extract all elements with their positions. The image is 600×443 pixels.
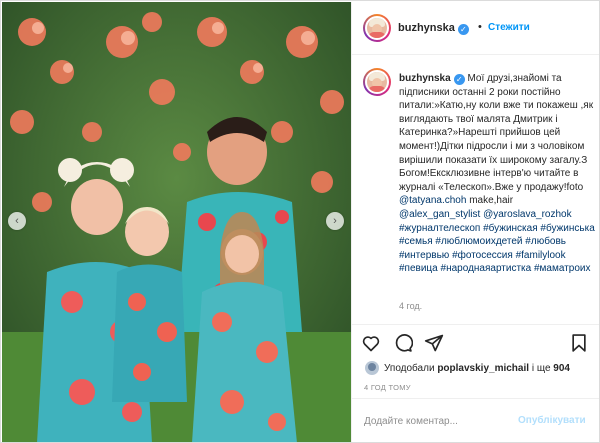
publish-comment-button[interactable]: Опублікувати (518, 415, 586, 426)
likes-suffix: і ще (529, 363, 554, 374)
caption-hashtag-link[interactable]: #журналтелескоп (399, 223, 480, 234)
caption-mention-link[interactable]: @alex_gan_stylist (399, 209, 480, 220)
caption-hashtag-link[interactable]: #фотосессия (452, 250, 513, 261)
verified-badge-icon: ✓ (457, 24, 469, 35)
caption-author-avatar[interactable] (363, 68, 391, 96)
caption-hashtag-link[interactable]: #любовь (525, 236, 566, 247)
author-avatar[interactable] (363, 14, 391, 42)
likes-prefix: Уподобали (384, 363, 438, 374)
previous-photo-button[interactable]: ‹ (8, 212, 26, 230)
likes-text[interactable]: Уподобали poplavskiy_michail і ще 904 (384, 363, 570, 374)
comment-icon[interactable] (393, 333, 413, 353)
share-icon[interactable] (424, 333, 444, 353)
family-photo-illustration (2, 2, 351, 442)
post-photo[interactable]: ‹ › (2, 2, 351, 442)
caption-hashtag-link[interactable]: #бужинская (483, 223, 538, 234)
caption-hashtag-link[interactable]: #люблюмоихдетей (435, 236, 522, 247)
comment-input[interactable] (364, 413, 514, 429)
caption-text: buzhynska ✓ Мої друзі,знайомі та підписни… (399, 72, 595, 276)
author-username-text[interactable]: buzhynska (398, 22, 455, 34)
next-photo-button[interactable]: › (326, 212, 344, 230)
separator-dot: • (478, 21, 482, 33)
follow-button[interactable]: Стежити (488, 22, 530, 33)
caption-timestamp[interactable]: 4 год. (399, 301, 422, 311)
post-timestamp[interactable]: 4 ГОД ТОМУ (364, 383, 411, 392)
post-dialog: ‹ › buzhynska ✓ • Стежити buzhynska ✓ Мої … (0, 0, 600, 443)
caption-hashtag-link[interactable]: #народнаяартистка (441, 263, 532, 274)
likes-summary: Уподобали poplavskiy_michail і ще 904 (352, 358, 599, 378)
heart-icon[interactable] (361, 333, 381, 353)
caption-body: Мої друзі,знайомі та підписники останні … (399, 73, 595, 274)
post-caption: buzhynska ✓ Мої друзі,знайомі та підписни… (352, 56, 599, 324)
post-side-panel: buzhynska ✓ • Стежити buzhynska ✓ Мої друз… (351, 2, 599, 442)
liker-avatar[interactable] (365, 361, 379, 375)
caption-verified-badge-icon: ✓ (453, 74, 465, 85)
bookmark-icon[interactable] (569, 333, 589, 353)
caption-hashtag-link[interactable]: #маматроих (534, 263, 591, 274)
caption-hashtag-link[interactable]: #певица (399, 263, 438, 274)
comment-box: Опублікувати (352, 398, 599, 442)
liker-username[interactable]: poplavskiy_michail (437, 363, 529, 374)
caption-hashtag-link[interactable]: #интервью (399, 250, 449, 261)
caption-mention-link[interactable]: @tatyana.choh (399, 195, 466, 206)
author-username[interactable]: buzhynska ✓ (398, 22, 469, 35)
post-header: buzhynska ✓ • Стежити (352, 2, 599, 55)
caption-hashtag-link[interactable]: #familylook (516, 250, 566, 261)
caption-hashtag-link[interactable]: #бужинська (540, 223, 594, 234)
caption-username[interactable]: buzhynska (399, 73, 451, 84)
caption-hashtag-link[interactable]: #семья (399, 236, 433, 247)
caption-text-fragment: Мої друзі,знайомі та підписники останні … (399, 73, 594, 193)
caption-text-fragment: make,hair (466, 195, 514, 207)
caption-mention-link[interactable]: @yaroslava_rozhok (483, 209, 572, 220)
likes-count[interactable]: 904 (553, 363, 570, 374)
